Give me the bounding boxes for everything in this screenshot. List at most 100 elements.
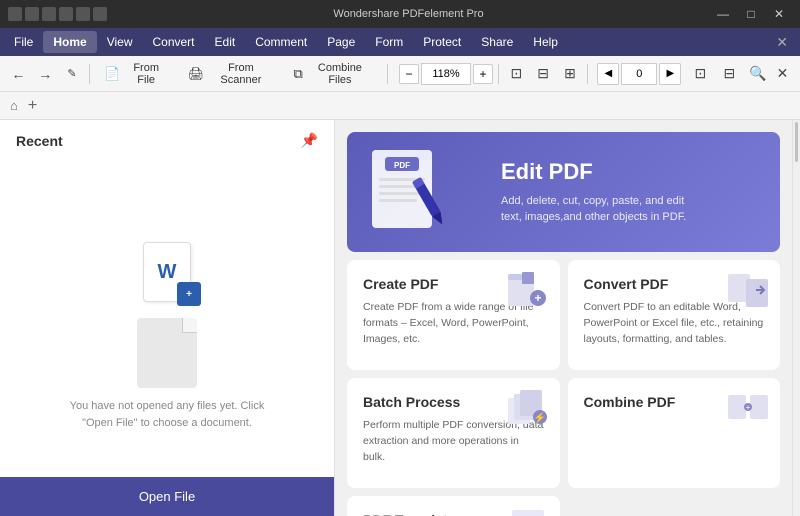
recent-empty-state: W + You have not opened any files yet. C… xyxy=(0,157,334,516)
svg-text:⚡: ⚡ xyxy=(533,411,545,424)
edit-pdf-banner[interactable]: PDF Edit PDF Add, delete, cut, co xyxy=(347,132,780,252)
scroll-thumb[interactable] xyxy=(795,122,798,162)
combine-files-button[interactable]: ⧉ Combine Files xyxy=(285,61,383,87)
undo-icon[interactable] xyxy=(59,7,73,21)
page-view-1-button[interactable]: ⊡ xyxy=(504,61,529,87)
combine-pdf-icon: + xyxy=(728,390,768,425)
svg-text:+: + xyxy=(534,291,541,305)
toolbar-separator-3 xyxy=(498,64,499,84)
menu-close-icon[interactable]: ✕ xyxy=(768,34,796,51)
batch-process-desc: Perform multiple PDF conversion, data ex… xyxy=(363,418,544,472)
convert-pdf-card[interactable]: Convert PDF Convert PDF to an editable W… xyxy=(568,260,781,370)
from-scanner-button[interactable]: 🖨 From Scanner xyxy=(179,61,283,87)
tab-bar: ⌂ + xyxy=(0,92,800,120)
create-pdf-desc: Create PDF from a wide range of file for… xyxy=(363,300,544,354)
title-bar-left xyxy=(8,7,107,21)
convert-pdf-desc: Convert PDF to an editable Word, PowerPo… xyxy=(584,300,765,354)
menu-share[interactable]: Share xyxy=(471,31,523,53)
from-scanner-label: From Scanner xyxy=(208,62,273,86)
toolbar: ← → ✎ 📄 From File 🖨 From Scanner ⧉ Combi… xyxy=(0,56,800,92)
file-placeholder-icon xyxy=(137,318,197,388)
close-button[interactable]: ✕ xyxy=(766,4,792,24)
from-file-button[interactable]: 📄 From File xyxy=(95,61,176,87)
cards-grid: Create PDF Create PDF from a wide range … xyxy=(335,260,792,516)
fit-button[interactable]: ⊟ xyxy=(716,61,742,87)
back-button[interactable]: ← xyxy=(6,61,31,87)
edit-toolbar-btn[interactable]: ✎ xyxy=(60,61,85,87)
menu-view[interactable]: View xyxy=(97,31,143,53)
quick-open-icon[interactable] xyxy=(42,7,56,21)
menu-protect[interactable]: Protect xyxy=(413,31,471,53)
from-file-label: From File xyxy=(125,62,168,86)
create-pdf-card[interactable]: Create PDF Create PDF from a wide range … xyxy=(347,260,560,370)
title-bar: Wondershare PDFelement Pro — □ ✕ xyxy=(0,0,800,28)
batch-process-icon: ⚡ xyxy=(508,390,548,425)
right-panel: PDF Edit PDF Add, delete, cut, co xyxy=(335,120,792,516)
more-icon[interactable] xyxy=(93,7,107,21)
recent-title: Recent xyxy=(16,133,63,149)
scanner-icon: 🖨 xyxy=(188,66,205,82)
menu-form[interactable]: Form xyxy=(365,31,413,53)
combine-pdf-desc xyxy=(584,418,765,472)
toolbar-separator-2 xyxy=(387,64,388,84)
batch-process-card[interactable]: Batch Process Perform multiple PDF conve… xyxy=(347,378,560,488)
menu-convert[interactable]: Convert xyxy=(142,31,204,53)
recent-header: Recent 📌 xyxy=(0,120,334,157)
window-controls: — □ ✕ xyxy=(710,4,792,24)
pdf-templates-card[interactable]: PDF Templates xyxy=(347,496,560,516)
edit-pdf-illustration: PDF xyxy=(357,142,477,242)
page-view-2-button[interactable]: ⊟ xyxy=(531,61,556,87)
quick-save-icon[interactable] xyxy=(25,7,39,21)
snap-button[interactable]: ⊡ xyxy=(687,61,713,87)
home-tab-icon[interactable]: ⌂ xyxy=(8,96,20,115)
word-badge: + xyxy=(177,282,201,306)
combine-pdf-card[interactable]: Combine PDF + xyxy=(568,378,781,488)
menu-edit[interactable]: Edit xyxy=(205,31,246,53)
toolbar-right-icons: ⊡ ⊟ xyxy=(687,61,742,87)
page-navigation: ◀ ▶ xyxy=(597,63,681,85)
svg-text:+: + xyxy=(746,403,751,412)
minimize-button[interactable]: — xyxy=(710,4,736,24)
add-tab-button[interactable]: + xyxy=(24,95,41,117)
open-file-button[interactable]: Open File xyxy=(0,477,334,516)
pin-icon[interactable]: 📌 xyxy=(301,132,318,149)
menu-comment[interactable]: Comment xyxy=(245,31,317,53)
forward-button[interactable]: → xyxy=(33,61,58,87)
create-pdf-icon: + xyxy=(508,272,548,307)
pdf-templates-icon xyxy=(508,508,548,516)
left-panel: Recent 📌 W + You have not opened any fil… xyxy=(0,120,335,516)
pdf-illustration-svg: PDF xyxy=(357,142,477,242)
menu-home[interactable]: Home xyxy=(43,31,96,53)
main-content: Recent 📌 W + You have not opened any fil… xyxy=(0,120,800,516)
window-title: Wondershare PDFelement Pro xyxy=(107,8,710,20)
zoom-input[interactable] xyxy=(421,63,471,85)
zoom-out-button[interactable]: − xyxy=(399,64,419,84)
menu-help[interactable]: Help xyxy=(523,31,568,53)
menu-page[interactable]: Page xyxy=(317,31,365,53)
app-icon xyxy=(8,7,22,21)
from-file-icon: 📄 xyxy=(104,66,120,82)
maximize-button[interactable]: □ xyxy=(738,4,764,24)
toolbar-separator-4 xyxy=(587,64,588,84)
search-button[interactable]: 🔍 xyxy=(746,62,769,86)
menu-file[interactable]: File xyxy=(4,31,43,53)
edit-pdf-title: Edit PDF xyxy=(501,159,756,185)
zoom-area: − + xyxy=(399,63,493,85)
page-view-3-button[interactable]: ⊞ xyxy=(558,61,583,87)
empty-message: You have not opened any files yet. Click… xyxy=(57,398,277,431)
redo-icon[interactable] xyxy=(76,7,90,21)
combine-files-label: Combine Files xyxy=(307,62,373,86)
prev-page-button[interactable]: ◀ xyxy=(597,63,619,85)
menu-bar: File Home View Convert Edit Comment Page… xyxy=(0,28,800,56)
word-icon-wrapper: W + xyxy=(143,242,191,302)
page-number-input[interactable] xyxy=(621,63,657,85)
zoom-in-button[interactable]: + xyxy=(473,64,493,84)
combine-icon: ⧉ xyxy=(294,66,303,82)
svg-text:PDF: PDF xyxy=(394,161,410,170)
edit-pdf-description: Add, delete, cut, copy, paste, and edit … xyxy=(501,193,701,226)
more-options-button[interactable]: ✕ xyxy=(771,62,794,86)
toolbar-separator-1 xyxy=(89,64,90,84)
next-page-button[interactable]: ▶ xyxy=(659,63,681,85)
vertical-scrollbar[interactable] xyxy=(792,120,800,516)
convert-pdf-icon xyxy=(728,272,768,307)
